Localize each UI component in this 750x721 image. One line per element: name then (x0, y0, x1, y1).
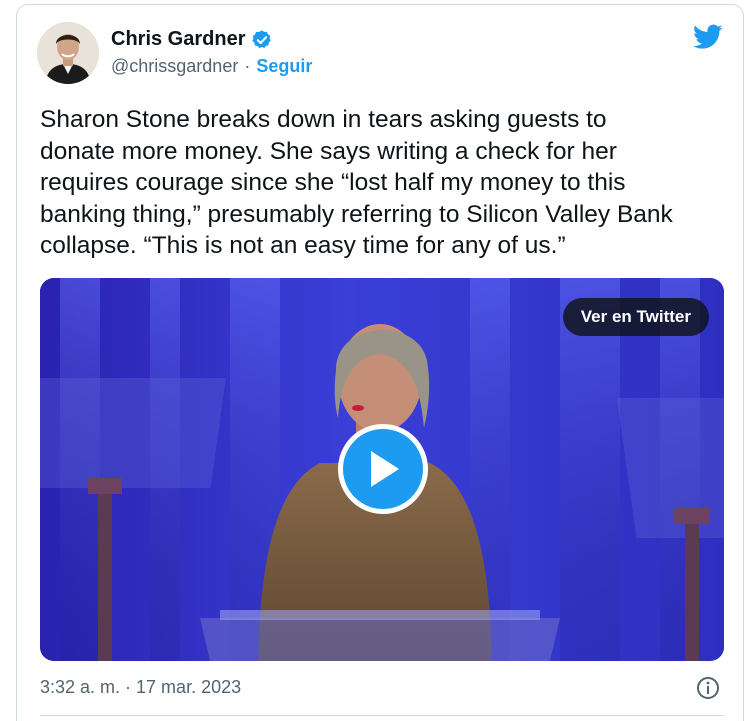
author-name[interactable]: Chris Gardner (111, 28, 245, 51)
tweet-timestamp[interactable]: 3:32 a. m. · 17 mar. 2023 (40, 677, 241, 698)
handle-row: @chrissgardner · Seguir (111, 56, 312, 77)
video-player[interactable]: Ver en Twitter (40, 278, 724, 661)
tweet-text: Sharon Stone breaks down in tears asking… (40, 106, 673, 259)
divider (40, 715, 724, 716)
separator-dot: · (244, 56, 251, 76)
play-icon (371, 451, 399, 487)
author-handle[interactable]: @chrissgardner (111, 56, 238, 77)
avatar-image (37, 22, 99, 84)
author-row: Chris Gardner (111, 28, 273, 51)
twitter-bird-icon[interactable] (693, 24, 723, 50)
avatar[interactable] (37, 22, 99, 84)
view-on-twitter-button[interactable]: Ver en Twitter (562, 298, 709, 336)
info-icon[interactable] (696, 676, 720, 700)
play-button[interactable] (338, 424, 428, 514)
follow-button[interactable]: Seguir (256, 56, 312, 77)
verified-badge-icon (252, 29, 272, 48)
